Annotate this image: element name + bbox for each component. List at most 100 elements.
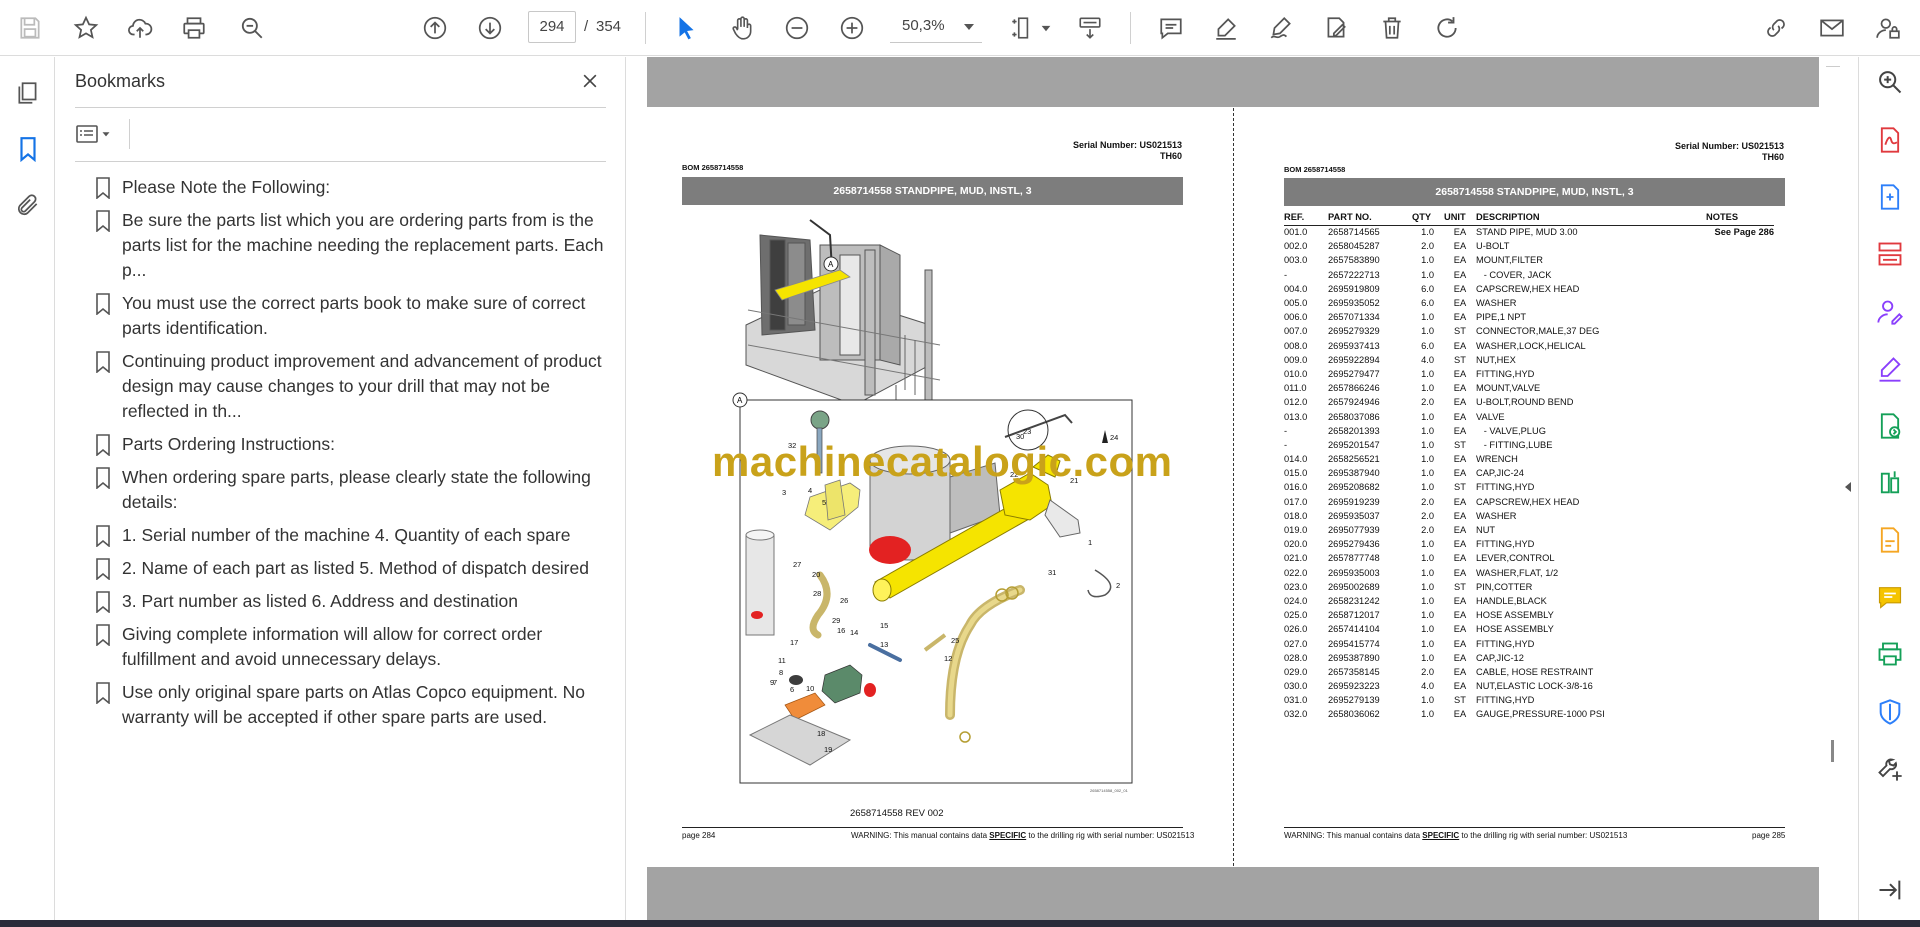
cell-unit: EA xyxy=(1453,638,1467,649)
cell-qty: 1.0 xyxy=(1421,539,1434,550)
bookmarks-icon[interactable] xyxy=(12,133,44,165)
zoom-in-icon[interactable] xyxy=(836,12,868,44)
zoom-out-icon[interactable] xyxy=(781,12,813,44)
cell-description: CAP,JIC-12 xyxy=(1476,652,1524,663)
cell-notes xyxy=(1706,679,1774,693)
bookmark-item[interactable]: Giving complete information will allow f… xyxy=(94,622,614,672)
cell-ref: 025.0 xyxy=(1284,610,1308,621)
cell-part-no: 2657358145 xyxy=(1328,666,1380,677)
protect-shield-icon[interactable] xyxy=(1875,697,1905,727)
delete-trash-icon[interactable] xyxy=(1376,12,1408,44)
select-cursor-icon[interactable] xyxy=(670,12,702,44)
collapse-panel-right-icon[interactable] xyxy=(1842,478,1854,496)
cell-qty: 1.0 xyxy=(1421,468,1434,479)
cell-notes xyxy=(1706,268,1774,282)
print-production-icon[interactable] xyxy=(1875,639,1905,669)
part-callout-20: 20 xyxy=(812,570,820,579)
next-page-icon[interactable] xyxy=(474,12,506,44)
email-icon[interactable] xyxy=(1816,12,1848,44)
part-callout-23: 23 xyxy=(1023,427,1031,436)
edit-pdf-icon[interactable] xyxy=(1875,525,1905,555)
zoom-level-dropdown[interactable]: 50,3% xyxy=(890,11,982,43)
star-icon[interactable] xyxy=(70,12,102,44)
create-pdf-icon[interactable] xyxy=(1875,182,1905,212)
scrollbar-thumb[interactable] xyxy=(1831,740,1834,762)
cell-unit: EA xyxy=(1453,496,1467,507)
bookmark-item[interactable]: Use only original spare parts on Atlas C… xyxy=(94,680,614,730)
account-lock-icon[interactable] xyxy=(1872,12,1904,44)
rotate-icon[interactable] xyxy=(1431,12,1463,44)
hand-tool-icon[interactable] xyxy=(726,12,758,44)
cell-description: U-BOLT,ROUND BEND xyxy=(1476,397,1574,408)
fill-sign-icon[interactable] xyxy=(1875,354,1905,384)
draw-signature-icon[interactable] xyxy=(1265,12,1297,44)
table-row: 011.0 2657866246 1.0 EA MOUNT,VALVE xyxy=(1284,381,1774,395)
cell-part-no: 2657071334 xyxy=(1328,312,1380,323)
bookmark-item[interactable]: 1. Serial number of the machine 4. Quant… xyxy=(94,523,614,548)
page-thumbnails-icon[interactable] xyxy=(12,77,44,109)
edit-text-icon[interactable] xyxy=(1320,12,1352,44)
part-callout-8: 8 xyxy=(779,668,783,677)
cell-part-no: 2658714565 xyxy=(1328,227,1380,238)
collapse-tools-icon[interactable] xyxy=(1875,875,1905,905)
cell-qty: 6.0 xyxy=(1421,298,1434,309)
bookmark-item[interactable]: 2. Name of each part as listed 5. Method… xyxy=(94,556,614,581)
right-page-model: TH60 xyxy=(1761,152,1784,162)
bookmark-icon xyxy=(94,622,122,646)
left-page-bom: BOM 2658714558 xyxy=(682,163,744,172)
previous-page-icon[interactable] xyxy=(419,12,451,44)
search-zoom-icon[interactable] xyxy=(1875,67,1905,97)
fit-options-chevron-icon[interactable] xyxy=(1030,12,1062,44)
cell-description: - VALVE,PLUG xyxy=(1476,425,1546,436)
share-link-icon[interactable] xyxy=(1760,12,1792,44)
upload-cloud-icon[interactable] xyxy=(124,12,156,44)
cell-description: LEVER,CONTROL xyxy=(1476,553,1555,564)
cell-ref: 032.0 xyxy=(1284,709,1308,720)
table-row: 027.0 2695415774 1.0 EA FITTING,HYD xyxy=(1284,636,1774,650)
bookmark-options-button[interactable] xyxy=(75,119,123,149)
save-icon[interactable] xyxy=(14,12,46,44)
total-pages: 354 xyxy=(596,18,622,35)
right-footer-rule xyxy=(1284,827,1785,828)
cell-part-no: 2657414104 xyxy=(1328,624,1380,635)
bookmark-item[interactable]: You must use the correct parts book to m… xyxy=(94,291,614,341)
bookmark-item[interactable]: Parts Ordering Instructions: xyxy=(94,432,614,457)
cell-unit: EA xyxy=(1453,269,1467,280)
right-footer-page: page 285 xyxy=(1752,831,1786,840)
detail-a-label: A xyxy=(737,396,743,405)
cell-part-no: 2695279436 xyxy=(1328,539,1380,550)
scroll-mode-icon[interactable] xyxy=(1074,12,1106,44)
bookmark-item[interactable]: Continuing product improvement and advan… xyxy=(94,349,614,424)
cell-description: WRENCH xyxy=(1476,454,1518,465)
highlight-pen-icon[interactable] xyxy=(1210,12,1242,44)
cell-qty: 2.0 xyxy=(1421,241,1434,252)
filter-cylinder-part xyxy=(745,534,775,636)
comment-tool-icon[interactable] xyxy=(1875,582,1905,612)
cell-ref: 016.0 xyxy=(1284,482,1308,493)
bookmark-item[interactable]: Please Note the Following: xyxy=(94,175,614,200)
send-for-review-icon[interactable] xyxy=(1875,411,1905,441)
cell-notes xyxy=(1706,509,1774,523)
cell-part-no: 2657583890 xyxy=(1328,255,1380,266)
bookmark-item[interactable]: When ordering spare parts, please clearl… xyxy=(94,465,614,515)
close-icon[interactable] xyxy=(576,67,604,95)
cell-ref: 018.0 xyxy=(1284,510,1308,521)
zoom-search-icon[interactable] xyxy=(236,12,268,44)
left-page-bom-header: 2658714558 STANDPIPE, MUD, INSTL, 3 xyxy=(682,177,1183,205)
attachments-paperclip-icon[interactable] xyxy=(12,189,44,221)
cell-qty: 1.0 xyxy=(1421,567,1434,578)
export-pdf-icon[interactable] xyxy=(1875,125,1905,155)
vertical-scrollbar[interactable] xyxy=(1826,57,1840,920)
cell-qty: 1.0 xyxy=(1421,595,1434,606)
compare-files-icon[interactable] xyxy=(1875,468,1905,498)
request-signature-icon[interactable] xyxy=(1875,297,1905,327)
print-icon[interactable] xyxy=(178,12,210,44)
cell-ref: 017.0 xyxy=(1284,496,1308,507)
organize-pages-icon[interactable] xyxy=(1875,239,1905,269)
bookmark-item[interactable]: Be sure the parts list which you are ord… xyxy=(94,208,614,283)
bookmark-item[interactable]: 3. Part number as listed 6. Address and … xyxy=(94,589,614,614)
comment-icon[interactable] xyxy=(1155,12,1187,44)
page-number-input[interactable]: 294 xyxy=(528,11,576,43)
left-footer-page: page 284 xyxy=(682,831,716,840)
more-tools-icon[interactable] xyxy=(1875,754,1905,784)
